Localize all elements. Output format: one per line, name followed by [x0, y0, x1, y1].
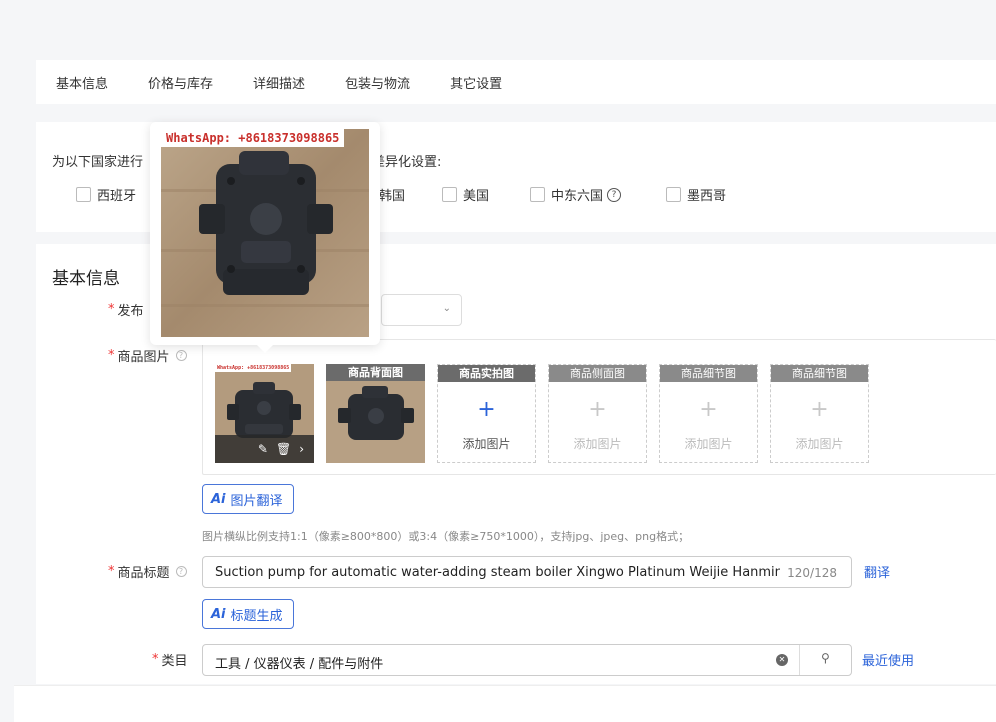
category-value: 工具 / 仪器仪表 / 配件与附件: [215, 657, 384, 672]
edit-icon[interactable]: ✎: [258, 442, 268, 456]
label-text: 发布: [117, 304, 144, 319]
watermark-text: WhatsApp: +8618373098865: [215, 364, 292, 372]
preview-image: WhatsApp: +8618373098865: [161, 129, 369, 337]
country-checkbox-usa[interactable]: 美国: [442, 185, 489, 204]
checkbox-label: 韩国: [379, 189, 406, 204]
chevron-right-icon[interactable]: ›: [299, 442, 304, 456]
translate-link[interactable]: 翻译: [864, 562, 890, 581]
chevron-down-icon: ⌄: [442, 303, 451, 314]
tab-price-stock[interactable]: 价格与库存: [148, 73, 213, 92]
search-icon[interactable]: ⚲: [821, 651, 830, 665]
required-mark: *: [108, 564, 115, 579]
product-title-input[interactable]: Suction pump for automatic water-adding …: [202, 556, 852, 588]
image-toolbar: ✎ 🗑 ›: [215, 435, 314, 463]
country-checkbox-spain[interactable]: 西班牙: [76, 185, 136, 204]
checkbox-box[interactable]: [530, 187, 545, 202]
country-checkbox-middle-east[interactable]: 中东六国 ?: [530, 185, 622, 204]
help-icon[interactable]: ?: [175, 566, 187, 577]
section-tabs: 基本信息 价格与库存 详细描述 包装与物流 其它设置: [36, 60, 996, 104]
plus-icon: +: [477, 397, 496, 422]
clear-icon[interactable]: ✕: [776, 654, 788, 666]
recent-used-link[interactable]: 最近使用: [862, 650, 914, 669]
image-slot-main[interactable]: WhatsApp: +8618373098865 ✎ 🗑 ›: [215, 364, 314, 463]
help-icon[interactable]: ?: [607, 187, 622, 202]
image-preview-popover: WhatsApp: +8618373098865: [150, 122, 380, 353]
add-image-label: 添加图片: [684, 437, 733, 451]
checkbox-box[interactable]: [666, 187, 681, 202]
title-generate-button[interactable]: Ai 标题生成: [202, 599, 294, 629]
checkbox-label: 墨西哥: [687, 189, 727, 204]
image-slot-detail-2[interactable]: 商品细节图 + 添加图片: [770, 364, 869, 463]
tab-other-settings[interactable]: 其它设置: [450, 73, 502, 92]
pump-preview: [161, 129, 369, 337]
image-slot-side[interactable]: 商品侧面图 + 添加图片: [548, 364, 647, 463]
popover-arrow: [257, 345, 273, 353]
char-count: 120/128: [787, 566, 837, 580]
tab-description[interactable]: 详细描述: [253, 73, 305, 92]
title-value: Suction pump for automatic water-adding …: [215, 565, 780, 580]
image-slot-back[interactable]: 商品背面图: [326, 364, 425, 463]
required-mark: *: [108, 302, 115, 317]
add-image-label: 添加图片: [462, 437, 511, 451]
publish-field-label: * 发布: [108, 300, 144, 319]
plus-icon: +: [810, 397, 829, 422]
checkbox-label: 中东六国: [551, 189, 604, 204]
country-prompt: 为以下国家进行: [52, 155, 144, 170]
required-mark: *: [108, 348, 115, 363]
ai-icon: Ai: [211, 606, 226, 622]
trash-icon[interactable]: 🗑: [276, 442, 291, 456]
image-format-hint: 图片横纵比例支持1:1（像素≥800*800）或3:4（像素≥750*1000）…: [202, 530, 690, 543]
add-image-label: 添加图片: [573, 437, 622, 451]
category-field-label: * 类目: [152, 650, 188, 669]
checkbox-label: 美国: [463, 189, 490, 204]
divider: [799, 645, 800, 675]
section-title: 基本信息: [52, 269, 120, 289]
image-slot-detail-1[interactable]: 商品细节图 + 添加图片: [659, 364, 758, 463]
required-mark: *: [152, 652, 159, 667]
slot-header: 商品细节图: [660, 365, 757, 382]
checkbox-box[interactable]: [442, 187, 457, 202]
slot-header: 商品背面图: [326, 364, 425, 381]
button-label: 标题生成: [230, 608, 283, 624]
category-input[interactable]: 工具 / 仪器仪表 / 配件与附件 ✕ ⚲: [202, 644, 852, 676]
tab-packaging[interactable]: 包装与物流: [345, 73, 410, 92]
plus-icon: +: [699, 397, 718, 422]
button-label: 图片翻译: [230, 493, 283, 509]
publish-select[interactable]: ⌄: [381, 294, 462, 326]
label-text: 商品图片: [117, 350, 170, 365]
country-checkbox-mexico[interactable]: 墨西哥: [666, 185, 726, 204]
slot-header: 商品实拍图: [438, 365, 535, 382]
images-field-label: * 商品图片 ?: [108, 346, 187, 365]
label-text: 类目: [161, 654, 188, 669]
watermark-text: WhatsApp: +8618373098865: [161, 129, 345, 147]
title-field-label: * 商品标题 ?: [108, 562, 187, 581]
tab-basic-info[interactable]: 基本信息: [56, 73, 108, 92]
checkbox-label: 西班牙: [97, 189, 137, 204]
image-translate-button[interactable]: Ai 图片翻译: [202, 484, 294, 514]
bottom-bar: [14, 685, 996, 722]
label-text: 商品标题: [117, 566, 170, 581]
plus-icon: +: [588, 397, 607, 422]
slot-header: 商品细节图: [771, 365, 868, 382]
checkbox-box[interactable]: [76, 187, 91, 202]
image-slot-real-photo[interactable]: 商品实拍图 + 添加图片: [437, 364, 536, 463]
add-image-label: 添加图片: [795, 437, 844, 451]
slot-header: 商品侧面图: [549, 365, 646, 382]
help-icon[interactable]: ?: [175, 350, 187, 361]
country-prompt-suffix: 差异化设置:: [372, 155, 442, 170]
image-upload-area: WhatsApp: +8618373098865 ✎ 🗑 › 商品背面图 商品实…: [202, 339, 996, 475]
ai-icon: Ai: [211, 491, 226, 507]
